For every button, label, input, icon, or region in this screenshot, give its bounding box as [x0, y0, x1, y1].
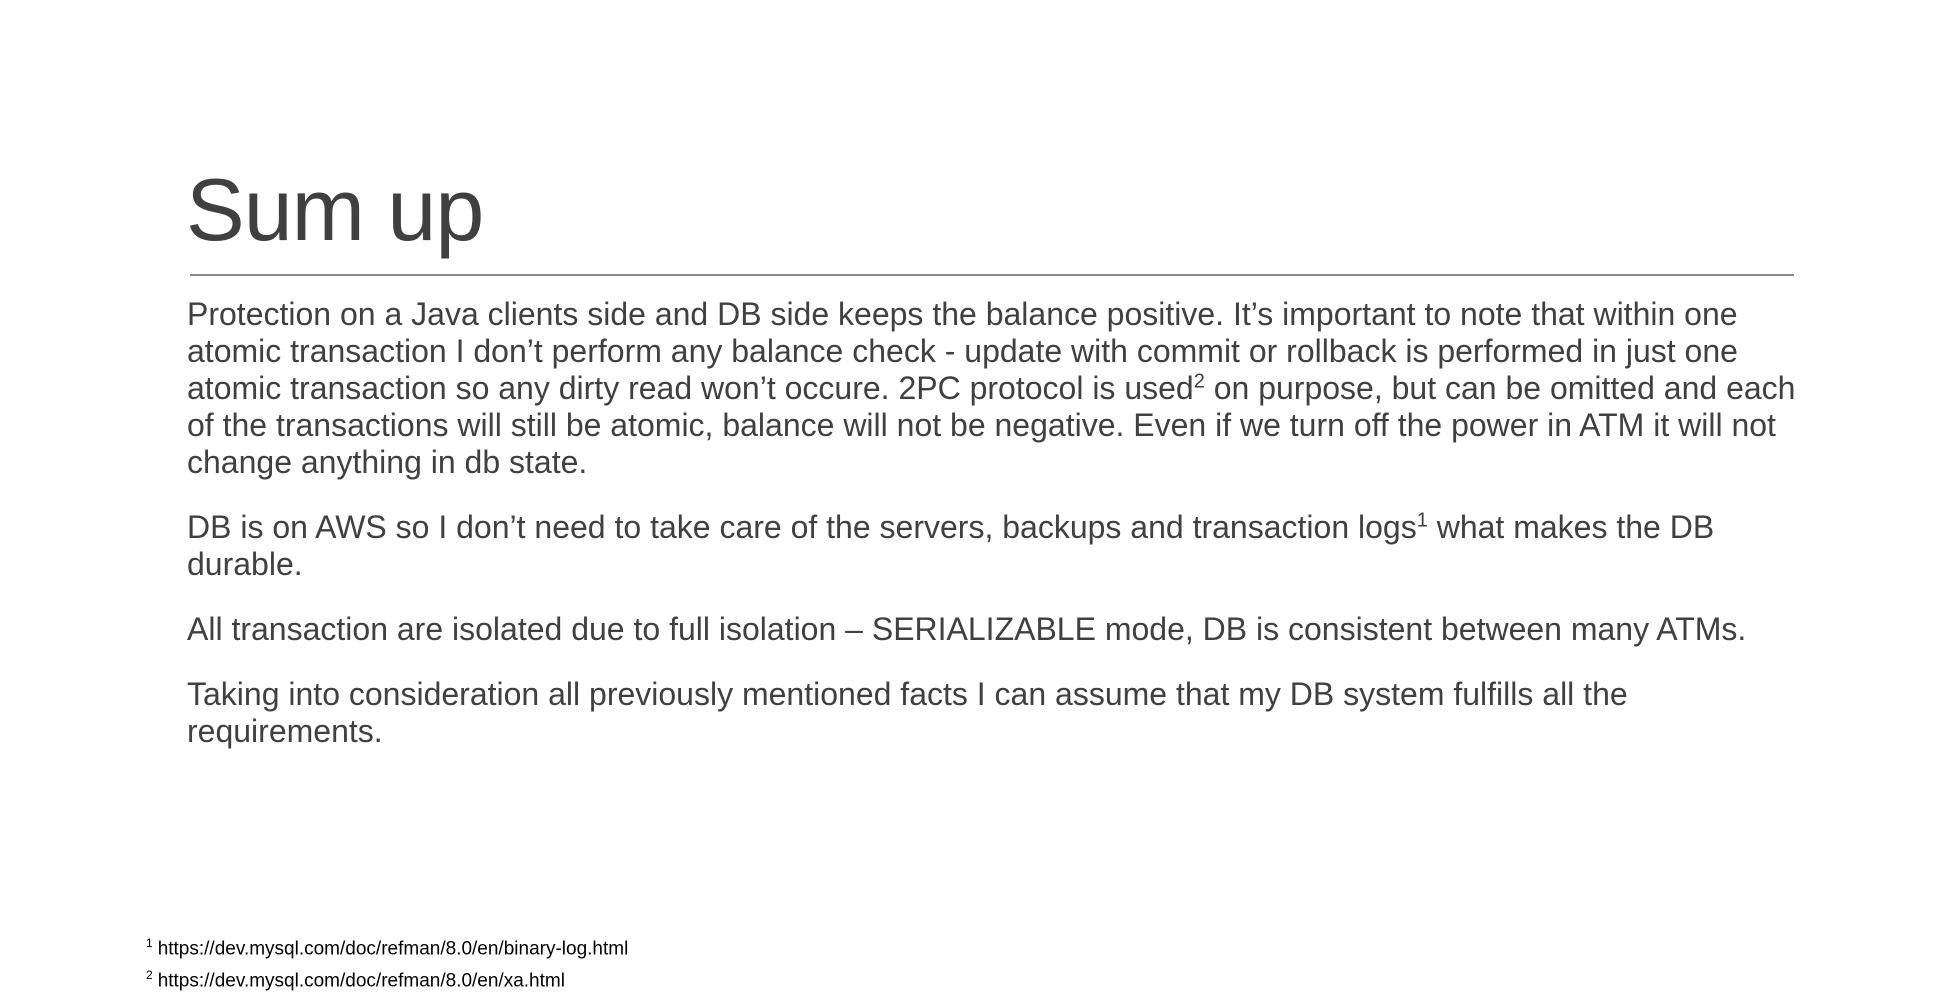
footnote-link[interactable]: https://dev.mysql.com/doc/refman/8.0/en/…	[158, 971, 565, 992]
paragraph-text: DB is on AWS so I don’t need to take car…	[187, 509, 1417, 545]
paragraph-isolation: All transaction are isolated due to full…	[187, 611, 1807, 648]
footnote-item: 1 https://dev.mysql.com/doc/refman/8.0/en…	[146, 930, 628, 962]
title-divider	[190, 274, 1794, 276]
footnote-ref-1: 1	[1416, 509, 1428, 532]
paragraph-protection: Protection on a Java clients side and DB…	[187, 296, 1807, 481]
footnotes: 1 https://dev.mysql.com/doc/refman/8.0/en…	[146, 930, 628, 995]
footnote-mark: 1	[146, 936, 153, 950]
slide: Sum up Protection on a Java clients side…	[0, 0, 1942, 1004]
footnote-item: 2 https://dev.mysql.com/doc/refman/8.0/en…	[146, 962, 628, 994]
slide-body: Protection on a Java clients side and DB…	[187, 296, 1807, 778]
footnote-ref-2: 2	[1193, 370, 1205, 393]
footnote-link[interactable]: https://dev.mysql.com/doc/refman/8.0/en/…	[158, 938, 629, 959]
paragraph-durability: DB is on AWS so I don’t need to take car…	[187, 509, 1807, 583]
slide-title: Sum up	[186, 160, 484, 259]
paragraph-text: Taking into consideration all previously…	[187, 676, 1628, 749]
paragraph-conclusion: Taking into consideration all previously…	[187, 676, 1807, 750]
paragraph-text: All transaction are isolated due to full…	[187, 611, 1747, 647]
footnote-mark: 2	[146, 968, 153, 983]
